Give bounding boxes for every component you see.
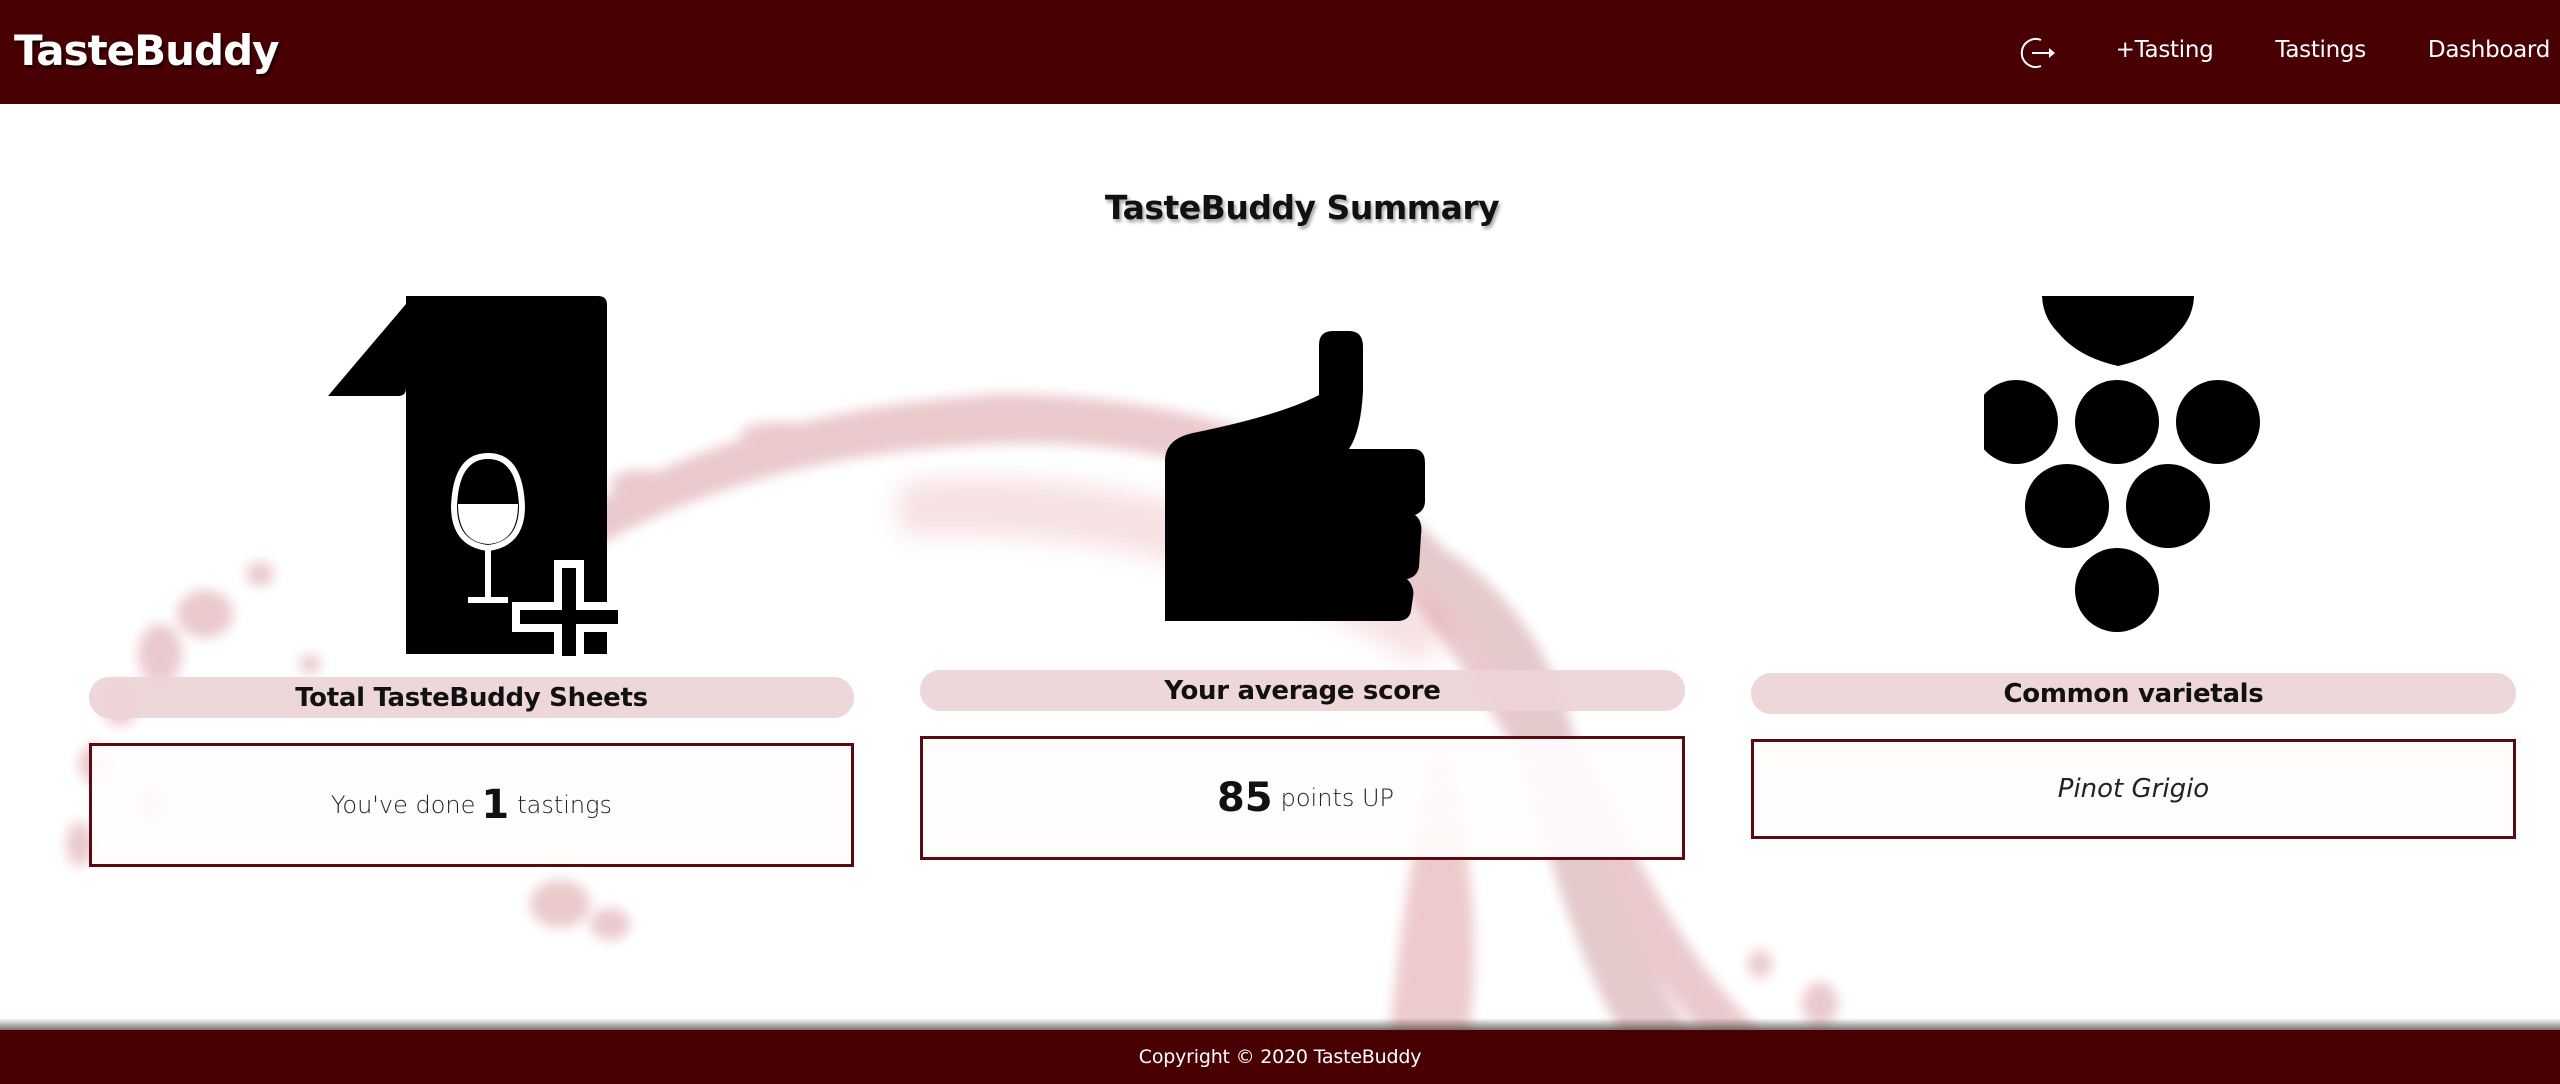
nav-dashboard[interactable]: Dashboard — [2428, 37, 2550, 63]
summary-card-varietals: Common varietals Pinot Grigio — [1751, 296, 2516, 840]
card-label: Your average score — [920, 670, 1685, 711]
average-score: 85 — [1216, 775, 1273, 821]
common-varietal: Pinot Grigio — [2057, 774, 2210, 804]
nav-links: +Tasting Tastings Dashboard — [2016, 0, 2560, 100]
summary-card-score: Your average score 85 points UP — [920, 296, 1685, 860]
score-suffix: points UP — [1280, 784, 1395, 812]
footer: Copyright © 2020 TasteBuddy — [0, 1030, 2560, 1084]
card-label: Common varietals — [1751, 673, 2516, 714]
tastings-suffix: tastings — [517, 791, 613, 819]
card-value-box: 85 points UP — [920, 736, 1685, 860]
card-value-box: You've done 1 tastings — [89, 743, 854, 867]
grapes-icon — [1751, 296, 2516, 636]
nav-tastings[interactable]: Tastings — [2275, 37, 2366, 63]
tastings-prefix: You've done — [330, 791, 476, 819]
copyright-text: Copyright © 2020 TasteBuddy — [1138, 1046, 1422, 1068]
logout-icon[interactable] — [2016, 31, 2060, 75]
card-value-box: Pinot Grigio — [1751, 739, 2516, 839]
nav-add-tasting[interactable]: +Tasting — [2116, 37, 2214, 63]
page-title: TasteBuddy Summary — [1104, 188, 1500, 227]
tastings-count: 1 — [481, 782, 510, 828]
wine-sheet-add-icon — [89, 296, 854, 656]
card-label: Total TasteBuddy Sheets — [89, 677, 854, 718]
top-navbar: TasteBuddy +Tasting Tastings Dashboard — [0, 0, 2560, 104]
footer-shadow — [0, 1018, 2560, 1030]
summary-card-sheets: Total TasteBuddy Sheets You've done 1 ta… — [89, 296, 854, 867]
brand-logo[interactable]: TasteBuddy — [14, 26, 280, 75]
thumbs-up-icon — [920, 331, 1685, 621]
